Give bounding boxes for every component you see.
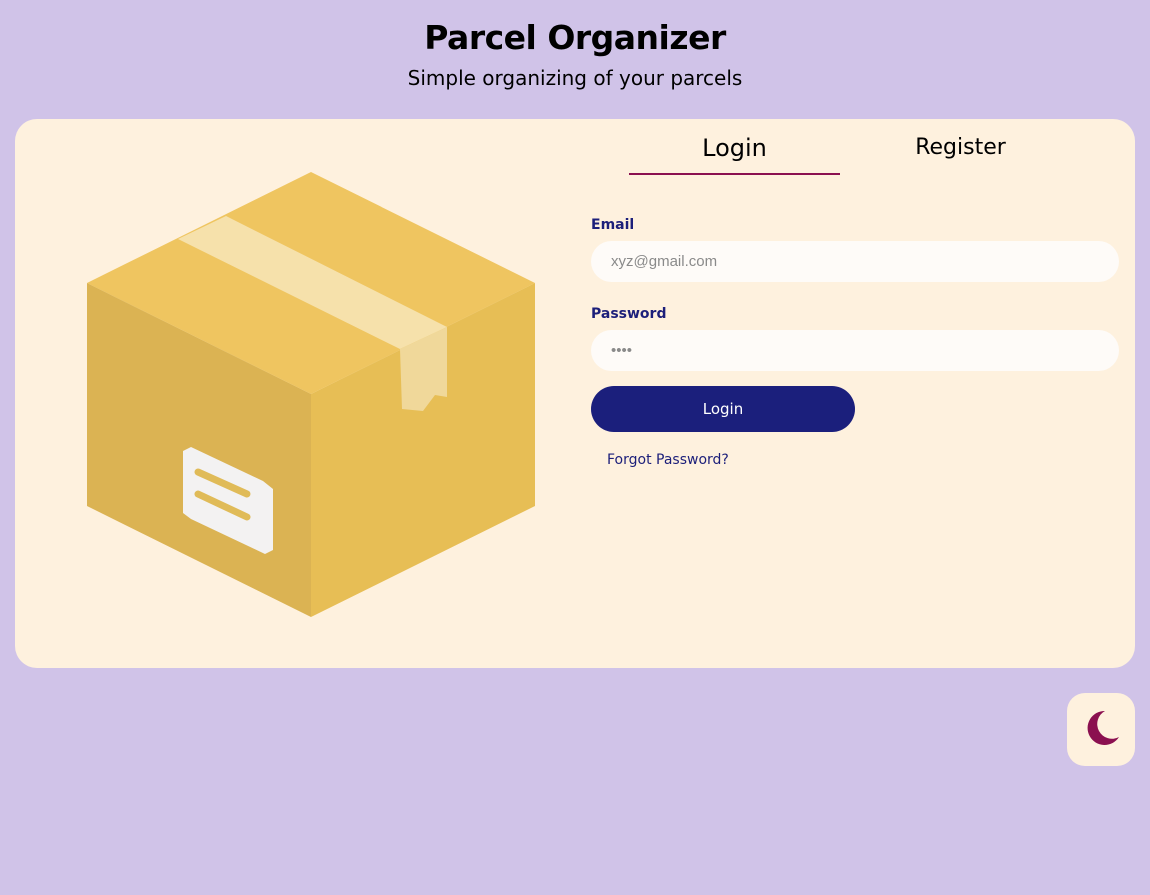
login-button[interactable]: Login <box>591 386 855 432</box>
moon-icon <box>1087 710 1119 745</box>
tab-login[interactable]: Login <box>629 129 840 175</box>
email-label: Email <box>591 217 635 233</box>
password-field[interactable] <box>591 330 1119 371</box>
password-label: Password <box>591 306 667 322</box>
theme-toggle-button[interactable] <box>1067 693 1135 766</box>
app-subtitle: Simple organizing of your parcels <box>407 66 743 90</box>
email-field[interactable] <box>591 241 1119 282</box>
login-form: Email Password Login Forgot Password? <box>591 215 1119 468</box>
app-title: Parcel Organizer <box>424 18 726 57</box>
auth-card: Login Register Email Password Login Forg… <box>15 119 1135 668</box>
tab-register[interactable]: Register <box>855 129 1066 173</box>
forgot-password-link[interactable]: Forgot Password? <box>607 452 729 468</box>
auth-tabs: Login Register <box>629 129 1089 175</box>
cardboard-box-icon <box>87 172 535 617</box>
